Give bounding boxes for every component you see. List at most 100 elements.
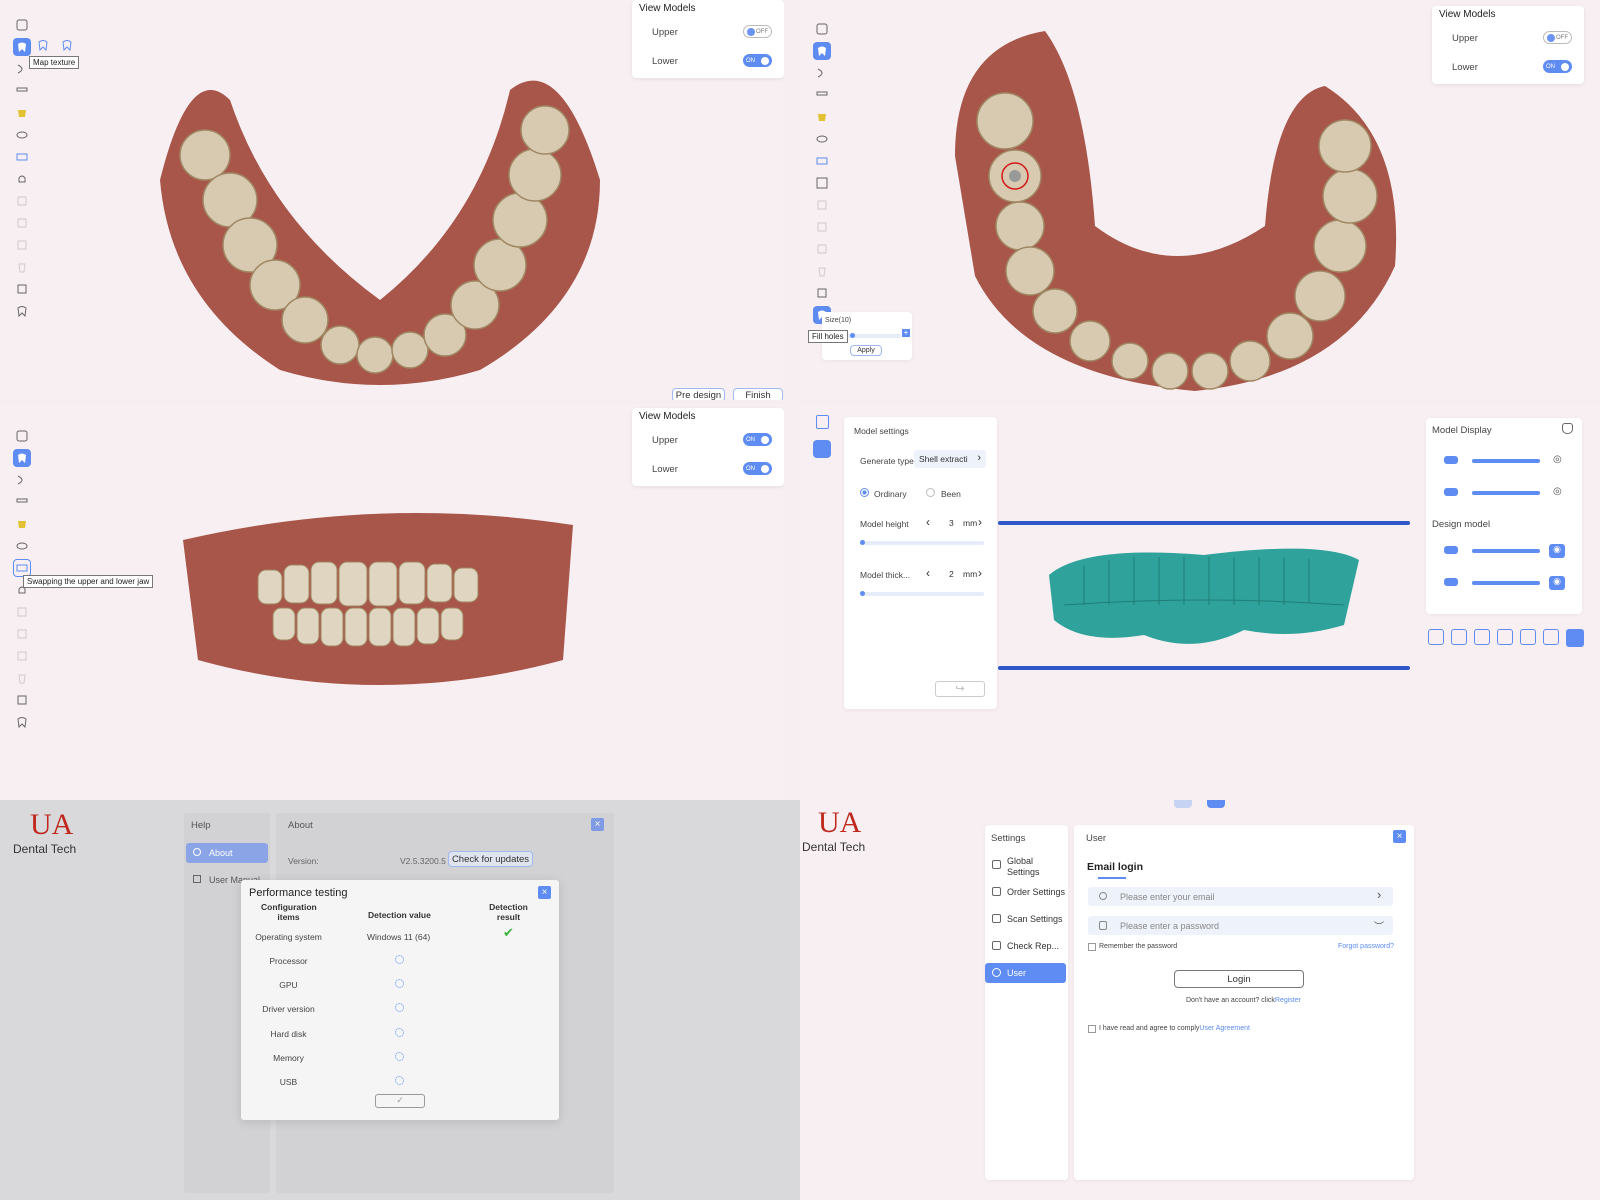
lower-toggle[interactable]: ON <box>743 54 772 67</box>
chevron-right-icon[interactable]: › <box>978 566 982 580</box>
view-back-icon[interactable] <box>1451 629 1467 645</box>
upper-design-slider[interactable] <box>1472 549 1540 553</box>
view-right-icon[interactable] <box>1497 629 1513 645</box>
login-button[interactable]: Login <box>1174 970 1304 988</box>
model-height-slider[interactable] <box>860 540 984 545</box>
tooth-outline-icon[interactable] <box>13 713 31 731</box>
register-link[interactable]: Register <box>1275 997 1301 1004</box>
crop-icon[interactable] <box>13 647 31 665</box>
menu-check-report[interactable]: Check Rep... <box>985 936 1066 956</box>
chevron-right-icon[interactable]: › <box>978 515 982 529</box>
agree-checkbox[interactable] <box>1088 1025 1096 1033</box>
tooth-icon[interactable] <box>1562 423 1573 434</box>
square-icon-2[interactable] <box>813 218 831 236</box>
help-item-about[interactable]: About <box>186 843 268 863</box>
upper-toggle[interactable]: OFF <box>1543 31 1572 44</box>
close-icon[interactable]: × <box>538 886 551 899</box>
refresh-icon[interactable] <box>1174 800 1192 808</box>
email-input[interactable]: Please enter your email <box>1088 887 1393 906</box>
user-agreement-link[interactable]: User Agreement <box>1199 1025 1250 1032</box>
generate-type-select[interactable]: Shell extracti › <box>914 450 986 468</box>
square-icon[interactable] <box>813 196 831 214</box>
scan-icon[interactable] <box>813 20 831 38</box>
radio-been[interactable] <box>926 488 935 497</box>
eye-off-icon[interactable]: ◎ <box>1553 454 1562 465</box>
yellow-tooth-icon[interactable] <box>813 108 831 126</box>
export-icon[interactable] <box>813 284 831 302</box>
jaw-icon[interactable] <box>13 471 31 489</box>
upper-tooth-icon[interactable] <box>37 39 50 52</box>
trash-icon[interactable] <box>813 262 831 280</box>
upper-toggle[interactable]: OFF <box>743 25 772 38</box>
lower-toggle[interactable]: ON <box>743 462 772 475</box>
forgot-password-link[interactable]: Forgot password? <box>1338 943 1394 950</box>
swap-jaw-icon[interactable] <box>13 148 31 166</box>
chevron-left-icon[interactable]: ‹ <box>926 515 930 529</box>
apply-arrow-button[interactable]: ↪ <box>935 681 985 697</box>
remember-checkbox[interactable] <box>1088 943 1096 951</box>
teeth-icon[interactable] <box>13 493 31 511</box>
close-icon[interactable]: × <box>1393 830 1406 843</box>
scan-icon[interactable] <box>13 427 31 445</box>
eye-closed-icon[interactable]: ︶ <box>1374 918 1384 933</box>
model-icon[interactable] <box>813 440 831 458</box>
lower-opacity-slider[interactable] <box>1472 491 1540 495</box>
model-thickness-slider[interactable] <box>860 591 984 596</box>
eye-icon[interactable]: ◉ <box>1549 544 1565 558</box>
lower-design-slider[interactable] <box>1472 581 1540 585</box>
confirm-button[interactable]: ✓ <box>375 1094 425 1108</box>
teeth-icon[interactable] <box>813 86 831 104</box>
yellow-tooth-icon[interactable] <box>13 104 31 122</box>
upper-opacity-slider[interactable] <box>1472 459 1540 463</box>
apply-button[interactable]: Apply <box>850 345 882 356</box>
plus-icon[interactable]: + <box>902 329 910 337</box>
square-icon-2[interactable] <box>13 625 31 643</box>
export-icon[interactable] <box>13 280 31 298</box>
view-front-icon[interactable] <box>1428 629 1444 645</box>
model-height-stepper[interactable]: ‹ 3 mm › <box>924 515 986 532</box>
check-updates-button[interactable]: Check for updates <box>448 851 533 867</box>
eye-off-icon[interactable]: ◎ <box>1553 486 1562 497</box>
yellow-tooth-icon[interactable] <box>13 515 31 533</box>
view-top-icon[interactable] <box>1520 629 1536 645</box>
square-icon[interactable] <box>13 192 31 210</box>
menu-scan-settings[interactable]: Scan Settings <box>985 909 1066 929</box>
menu-global-settings[interactable]: Global Settings <box>985 855 1066 879</box>
user-icon[interactable] <box>1207 800 1225 808</box>
trash-icon[interactable] <box>13 258 31 276</box>
square-icon-2[interactable] <box>13 214 31 232</box>
menu-user[interactable]: User <box>985 963 1066 983</box>
jaw-icon[interactable] <box>813 64 831 82</box>
layers-icon[interactable] <box>813 130 831 148</box>
email-login-tab[interactable]: Email login <box>1087 861 1143 873</box>
eye-icon[interactable]: ◉ <box>1549 576 1565 590</box>
model-thickness-stepper[interactable]: ‹ 2 mm › <box>924 566 986 583</box>
tooth-outline-icon[interactable] <box>13 302 31 320</box>
trash-icon[interactable] <box>13 669 31 687</box>
tooth-texture-icon[interactable] <box>813 42 831 60</box>
close-icon[interactable]: × <box>591 818 604 831</box>
tooth-texture-icon[interactable] <box>13 449 31 467</box>
crop-icon[interactable] <box>13 236 31 254</box>
image-icon[interactable] <box>813 174 831 192</box>
square-icon[interactable] <box>13 603 31 621</box>
pre-design-button[interactable]: Pre design <box>672 388 725 400</box>
chevron-right-icon[interactable]: › <box>1377 887 1381 902</box>
document-icon[interactable] <box>816 415 829 429</box>
lower-tooth-icon[interactable] <box>61 39 74 52</box>
layers-icon[interactable] <box>13 126 31 144</box>
password-input[interactable]: Please enter a password <box>1088 916 1393 935</box>
crop-icon[interactable] <box>813 240 831 258</box>
bell-icon[interactable] <box>13 170 31 188</box>
menu-order-settings[interactable]: Order Settings <box>985 882 1066 902</box>
lower-toggle[interactable]: ON <box>1543 60 1572 73</box>
chevron-left-icon[interactable]: ‹ <box>926 566 930 580</box>
radio-ordinary[interactable] <box>860 488 869 497</box>
layers-icon[interactable] <box>13 537 31 555</box>
scan-icon[interactable] <box>13 16 31 34</box>
export-icon[interactable] <box>13 691 31 709</box>
view-bottom-icon[interactable] <box>1543 629 1559 645</box>
tooth-texture-icon[interactable] <box>13 38 31 56</box>
view-reset-icon[interactable] <box>1566 629 1584 647</box>
upper-toggle[interactable]: ON <box>743 433 772 446</box>
